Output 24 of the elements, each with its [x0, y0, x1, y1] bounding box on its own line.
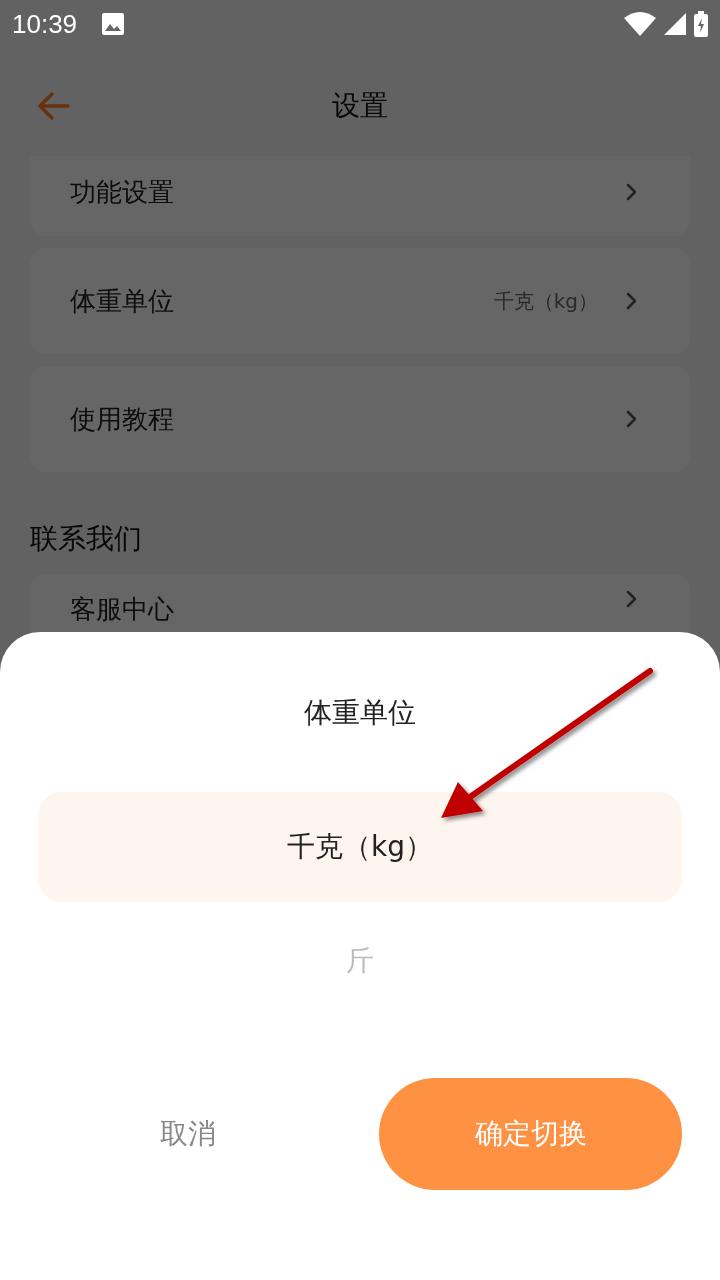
back-arrow-icon[interactable]	[36, 91, 70, 121]
signal-icon	[664, 13, 686, 35]
wifi-icon	[624, 12, 656, 36]
row-label: 使用教程	[70, 402, 175, 436]
chevron-right-icon	[626, 292, 638, 310]
settings-row[interactable]: 使用教程	[30, 366, 690, 472]
row-label: 体重单位	[70, 284, 175, 318]
chevron-right-icon	[626, 410, 638, 428]
confirm-button[interactable]: 确定切换	[379, 1078, 682, 1190]
unit-option[interactable]: 千克（kg）	[38, 792, 682, 902]
sheet-title: 体重单位	[304, 695, 416, 731]
battery-icon	[694, 11, 708, 37]
settings-row[interactable]: 体重单位 千克（kg）	[30, 248, 690, 354]
status-time: 10:39	[12, 7, 78, 41]
row-value: 千克（kg）	[493, 288, 598, 315]
section-heading: 联系我们	[30, 521, 142, 557]
cancel-button[interactable]: 取消	[38, 1078, 338, 1190]
page-title: 设置	[331, 88, 389, 124]
settings-row[interactable]: 功能设置	[30, 156, 690, 236]
row-label: 客服中心	[70, 593, 175, 626]
chevron-right-icon	[626, 183, 638, 201]
image-icon	[101, 12, 126, 36]
row-label: 功能设置	[70, 175, 175, 209]
chevron-right-icon	[626, 590, 638, 608]
